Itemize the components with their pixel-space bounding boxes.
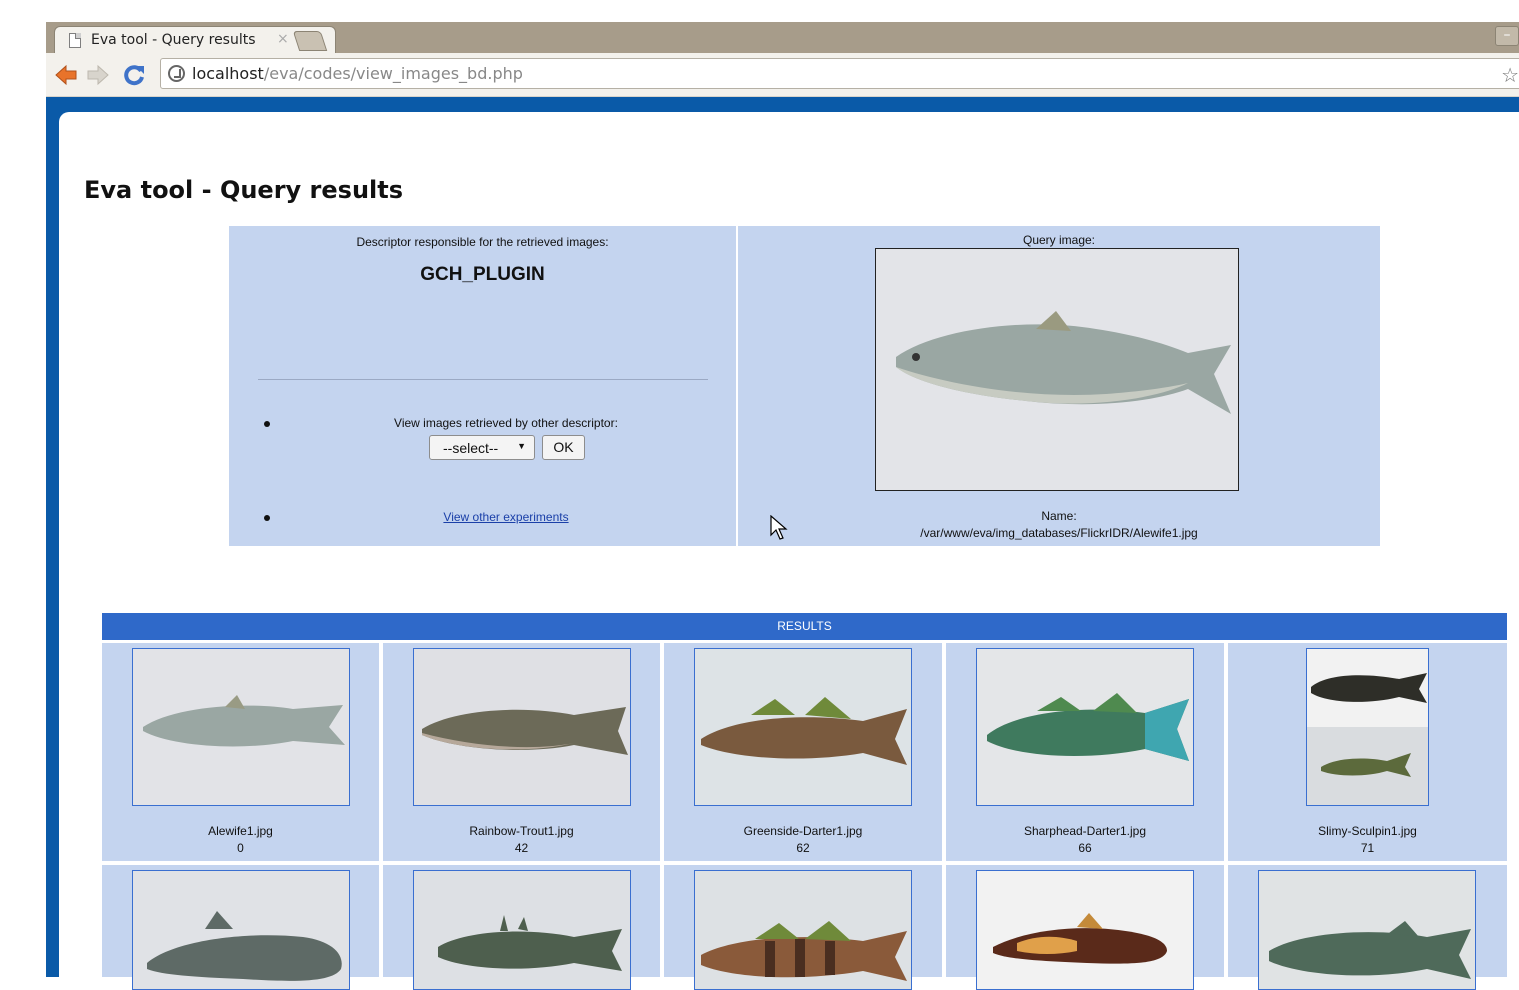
- query-name-value: /var/www/eva/img_databases/FlickrIDR/Ale…: [920, 526, 1198, 540]
- result-score: 71: [1360, 841, 1375, 855]
- alewife-fish-image: [133, 649, 349, 805]
- page-icon: [69, 33, 81, 48]
- result-thumbnail[interactable]: [1258, 870, 1476, 990]
- result-thumbnail[interactable]: [694, 870, 912, 990]
- result-cell: [1228, 865, 1507, 990]
- alewife-fish-image: [876, 249, 1238, 490]
- killifish-image: [1259, 871, 1475, 989]
- bullet-icon: [264, 515, 270, 521]
- address-bar[interactable]: localhost/eva/codes/view_images_bd.php: [160, 58, 1519, 89]
- minimize-button[interactable]: –: [1495, 26, 1519, 46]
- banded-darter-image: [695, 871, 911, 989]
- result-cell: Sharphead-Darter1.jpg 66: [946, 643, 1224, 861]
- result-cell: Greenside-Darter1.jpg 62: [664, 643, 942, 861]
- tab-close-icon[interactable]: ×: [277, 31, 289, 47]
- page-title: Eva tool - Query results: [84, 176, 404, 204]
- page-info-icon[interactable]: [168, 65, 185, 82]
- bookmark-star-icon[interactable]: ☆: [1501, 63, 1519, 87]
- result-score: 62: [796, 841, 810, 855]
- result-thumbnail[interactable]: [694, 648, 912, 806]
- result-name: Rainbow-Trout1.jpg: [469, 824, 574, 838]
- other-descriptor-label: View images retrieved by other descripto…: [394, 416, 618, 430]
- result-thumbnail[interactable]: [1306, 648, 1429, 806]
- result-cell: [383, 865, 660, 990]
- result-cell: Alewife1.jpg 0: [102, 643, 379, 861]
- result-cell: [946, 865, 1224, 990]
- mouse-cursor-icon: [770, 515, 788, 540]
- tab-strip: Eva tool - Query results × –: [46, 22, 1519, 53]
- minnow-image: [977, 871, 1193, 989]
- sharphead-darter-image: [977, 649, 1193, 805]
- view-experiments-link[interactable]: View other experiments: [300, 510, 712, 524]
- result-cell: [664, 865, 942, 990]
- horizontal-rule: [258, 379, 708, 380]
- ok-button[interactable]: OK: [542, 435, 585, 460]
- query-image: [875, 248, 1239, 491]
- url-text[interactable]: localhost/eva/codes/view_images_bd.php: [192, 64, 523, 83]
- tab-active[interactable]: Eva tool - Query results ×: [54, 26, 336, 53]
- result-thumbnail[interactable]: [132, 870, 350, 990]
- result-cell: [102, 865, 379, 990]
- result-thumbnail[interactable]: [413, 870, 631, 990]
- query-name-label: Name:: [1041, 509, 1077, 523]
- results-header: RESULTS: [102, 613, 1507, 640]
- result-score: 42: [514, 841, 529, 855]
- slimy-sculpin-image: [1307, 649, 1428, 805]
- result-score: 0: [237, 841, 244, 855]
- query-image-caption: Query image:: [1022, 233, 1096, 247]
- table-divider: [736, 226, 738, 546]
- catfish-image: [133, 871, 349, 989]
- descriptor-caption: Descriptor responsible for the retrieved…: [356, 235, 609, 249]
- result-thumbnail[interactable]: [976, 648, 1194, 806]
- greenside-darter-image: [695, 649, 911, 805]
- tab-title: Eva tool - Query results: [91, 32, 256, 48]
- result-thumbnail[interactable]: [976, 870, 1194, 990]
- result-thumbnail[interactable]: [132, 648, 350, 806]
- dropdown-arrow-icon: ▼: [517, 441, 526, 451]
- result-name: Sharphead-Darter1.jpg: [1023, 824, 1147, 838]
- stickleback-image: [414, 871, 630, 989]
- descriptor-select[interactable]: --select-- ▼: [429, 435, 535, 460]
- result-name: Alewife1.jpg: [208, 824, 273, 838]
- window-margin: [0, 0, 46, 977]
- select-value: --select--: [443, 440, 499, 456]
- result-thumbnail[interactable]: [413, 648, 631, 806]
- result-cell: Rainbow-Trout1.jpg 42: [383, 643, 660, 861]
- bullet-icon: [264, 421, 270, 427]
- result-name: Greenside-Darter1.jpg: [743, 824, 863, 838]
- browser-toolbar: localhost/eva/codes/view_images_bd.php ☆: [46, 53, 1519, 97]
- result-score: 66: [1078, 841, 1092, 855]
- descriptor-name: GCH_PLUGIN: [420, 264, 545, 285]
- forward-arrow-icon[interactable]: [86, 63, 110, 87]
- rainbow-trout-image: [414, 649, 630, 805]
- reload-icon[interactable]: [122, 63, 146, 87]
- back-arrow-icon[interactable]: [54, 63, 78, 87]
- result-name: Slimy-Sculpin1.jpg: [1318, 824, 1417, 838]
- result-cell: Slimy-Sculpin1.jpg 71: [1228, 643, 1507, 861]
